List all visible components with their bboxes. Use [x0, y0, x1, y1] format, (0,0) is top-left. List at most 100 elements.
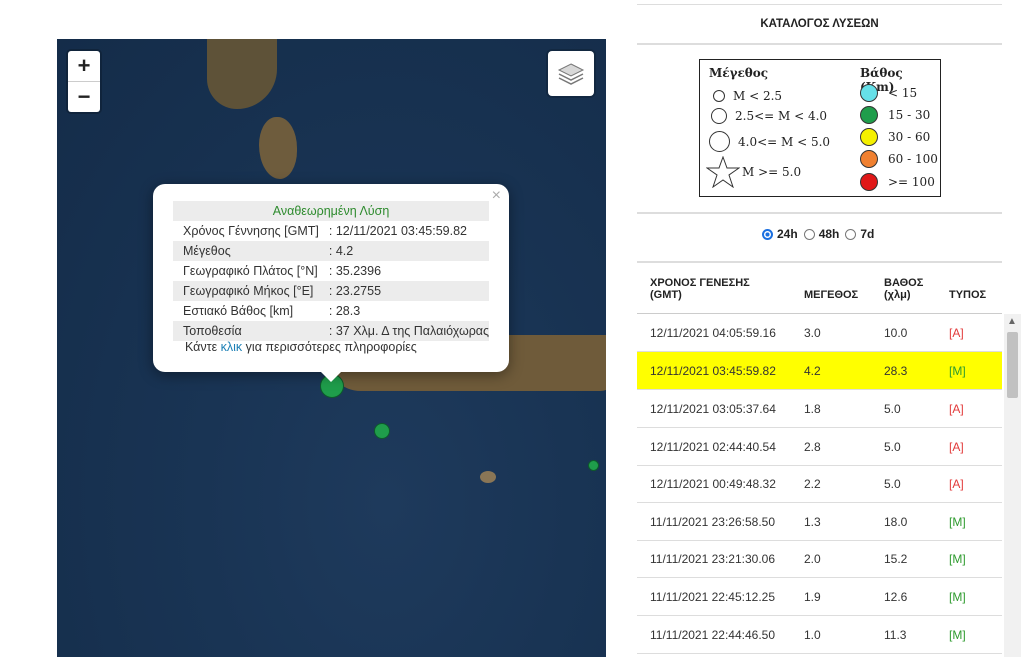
- zoom-control: + −: [68, 51, 100, 112]
- cell-type: [M]: [949, 628, 966, 642]
- scrollbar-thumb[interactable]: [1007, 332, 1018, 398]
- table-header: ΧΡΟΝΟΣ ΓΕΝΕΣΗΣ (GMT) ΜΕΓΕΘΟΣ ΒΑΘΟΣ (χλμ) Τ…: [637, 263, 1002, 314]
- period-label[interactable]: 7d: [860, 227, 874, 241]
- popup-close-button[interactable]: ×: [492, 187, 501, 205]
- legend-magnitude-header: Μέγεθος: [709, 66, 769, 80]
- detail-label: Χρόνος Γέννησης [GMT]: [183, 224, 319, 238]
- table-row[interactable]: 12/11/2021 03:05:37.64 1.8 5.0 [A]: [637, 390, 1002, 428]
- col-time-header[interactable]: ΧΡΟΝΟΣ ΓΕΝΕΣΗΣ (GMT): [650, 277, 750, 301]
- cell-time: 12/11/2021 03:05:37.64: [650, 402, 776, 416]
- detail-value: : 4.2: [318, 241, 490, 261]
- cell-time: 11/11/2021 23:26:58.50: [650, 515, 776, 529]
- depth-swatch-icon: [860, 173, 878, 191]
- cell-type: [A]: [949, 440, 964, 454]
- zoom-in-button[interactable]: +: [68, 51, 100, 81]
- col-depth-header[interactable]: ΒΑΘΟΣ (χλμ): [884, 277, 923, 301]
- magnitude-small-icon: [713, 90, 725, 102]
- table-row[interactable]: 11/11/2021 22:45:12.25 1.9 12.6 [M]: [637, 578, 1002, 616]
- cell-type: [M]: [949, 364, 966, 378]
- depth-swatch-icon: [860, 84, 878, 102]
- popup-tip: [321, 372, 341, 382]
- magnitude-medium-icon: [711, 108, 727, 124]
- period-radio-7d[interactable]: [845, 228, 857, 240]
- period-radio-24h[interactable]: [762, 228, 773, 240]
- panel-title: ΚΑΤΑΛΟΓΟΣ ΛΥΣΕΩΝ: [637, 4, 1002, 45]
- legend: Μέγεθος Βάθος (Km) M < 2.5 2.5<= M < 4.0…: [699, 59, 941, 197]
- magnitude-large-icon: [709, 131, 730, 152]
- table-row[interactable]: 12/11/2021 02:44:40.54 2.8 5.0 [A]: [637, 428, 1002, 466]
- popup-details: Αναθεωρημένη Λύση Χρόνος Γέννησης [GMT]:…: [173, 201, 490, 341]
- quake-table: 12/11/2021 04:05:59.16 3.0 10.0 [A] 12/11/2…: [637, 314, 1002, 657]
- cell-time: 11/11/2021 22:45:12.25: [650, 590, 776, 604]
- quake-marker[interactable]: [588, 460, 599, 471]
- cell-time: 11/11/2021 23:21:30.06: [650, 552, 776, 566]
- cell-depth: 5.0: [884, 440, 901, 454]
- legend-magnitude: 4.0<= M < 5.0: [738, 134, 831, 149]
- detail-value: : 23.2755: [318, 281, 490, 301]
- legend-depth: >= 100: [888, 175, 935, 189]
- cell-time: 12/11/2021 00:49:48.32: [650, 477, 776, 491]
- zoom-out-button[interactable]: −: [68, 81, 100, 112]
- land-peloponnese: [207, 39, 277, 109]
- cell-type: [A]: [949, 326, 964, 340]
- cell-depth: 28.3: [884, 364, 908, 378]
- detail-label: Εστιακό Βάθος [km]: [183, 304, 294, 318]
- more-info: Κάντε κλικ για περισσότερες πληροφορίες: [185, 340, 417, 354]
- legend-depth: < 15: [888, 86, 918, 100]
- col-type-header[interactable]: ΤΥΠΟΣ: [949, 289, 986, 301]
- layers-button[interactable]: [548, 51, 594, 96]
- depth-swatch-icon: [860, 106, 878, 124]
- depth-swatch-icon: [860, 128, 878, 146]
- table-scrollbar[interactable]: ▲: [1004, 314, 1021, 657]
- more-info-link[interactable]: κλικ: [221, 340, 243, 354]
- more-info-prefix: Κάντε: [185, 340, 221, 354]
- scroll-up-icon[interactable]: ▲: [1007, 316, 1017, 327]
- period-radio-48h[interactable]: [803, 228, 815, 240]
- cell-time: 11/11/2021 22:44:46.50: [650, 628, 776, 642]
- detail-label: Μέγεθος: [173, 241, 319, 261]
- detail-label: Τοποθεσία: [173, 321, 319, 341]
- cell-time: 12/11/2021 04:05:59.16: [650, 326, 776, 340]
- cell-depth: 15.2: [884, 552, 908, 566]
- cell-depth: 5.0: [884, 402, 901, 416]
- quake-popup: × Αναθεωρημένη Λύση Χρόνος Γέννησης [GMT…: [153, 184, 509, 382]
- table-row-selected[interactable]: 12/11/2021 03:45:59.82 4.2 28.3 [M]: [637, 352, 1002, 390]
- legend-depth: 15 - 30: [888, 108, 931, 122]
- more-info-suffix: για περισσότερες πληροφορίες: [242, 340, 417, 354]
- quake-marker[interactable]: [374, 423, 390, 439]
- col-mag-header[interactable]: ΜΕΓΕΘΟΣ: [804, 289, 858, 301]
- cell-type: [M]: [949, 515, 966, 529]
- depth-swatch-icon: [860, 150, 878, 168]
- legend-magnitude: M < 2.5: [733, 89, 783, 103]
- legend-magnitude: M >= 5.0: [742, 165, 802, 179]
- cell-depth: 12.6: [884, 590, 908, 604]
- cell-time: 12/11/2021 03:45:59.82: [650, 364, 776, 378]
- table-row[interactable]: 12/11/2021 04:05:59.16 3.0 10.0 [A]: [637, 314, 1002, 352]
- cell-mag: 1.9: [804, 590, 821, 604]
- table-row[interactable]: 11/11/2021 23:26:58.50 1.3 18.0 [M]: [637, 503, 1002, 541]
- period-selector: 24h 48h 7d: [762, 227, 878, 241]
- cell-depth: 18.0: [884, 515, 908, 529]
- layers-icon: [557, 62, 585, 85]
- detail-value: : 35.2396: [328, 264, 382, 278]
- map[interactable]: + − × Αναθεωρημένη Λύση Χρόνος Γέννησης …: [57, 39, 606, 657]
- table-row[interactable]: 12/11/2021 00:49:48.32 2.2 5.0 [A]: [637, 465, 1002, 503]
- table-row[interactable]: 11/11/2021 22:44:46.50 1.0 11.3 [M]: [637, 616, 1002, 654]
- period-label[interactable]: 24h: [777, 227, 798, 241]
- cell-mag: 1.8: [804, 402, 821, 416]
- detail-value: : 37 Χλμ. Δ της Παλαιόχωρας: [318, 321, 490, 341]
- detail-value: : 28.3: [328, 304, 361, 318]
- cell-mag: 3.0: [804, 326, 821, 340]
- cell-type: [A]: [949, 402, 964, 416]
- cell-depth: 10.0: [884, 326, 908, 340]
- legend-depth: 60 - 100: [888, 152, 938, 166]
- table-row[interactable]: 11/11/2021 23:21:30.06 2.0 15.2 [M]: [637, 540, 1002, 578]
- cell-type: [A]: [949, 477, 964, 491]
- detail-value: : 12/11/2021 03:45:59.82: [328, 224, 467, 238]
- cell-depth: 5.0: [884, 477, 901, 491]
- period-label[interactable]: 48h: [819, 227, 840, 241]
- cell-type: [M]: [949, 590, 966, 604]
- cell-mag: 4.2: [804, 364, 821, 378]
- star-icon: [706, 156, 740, 188]
- land-gavdos: [480, 471, 496, 483]
